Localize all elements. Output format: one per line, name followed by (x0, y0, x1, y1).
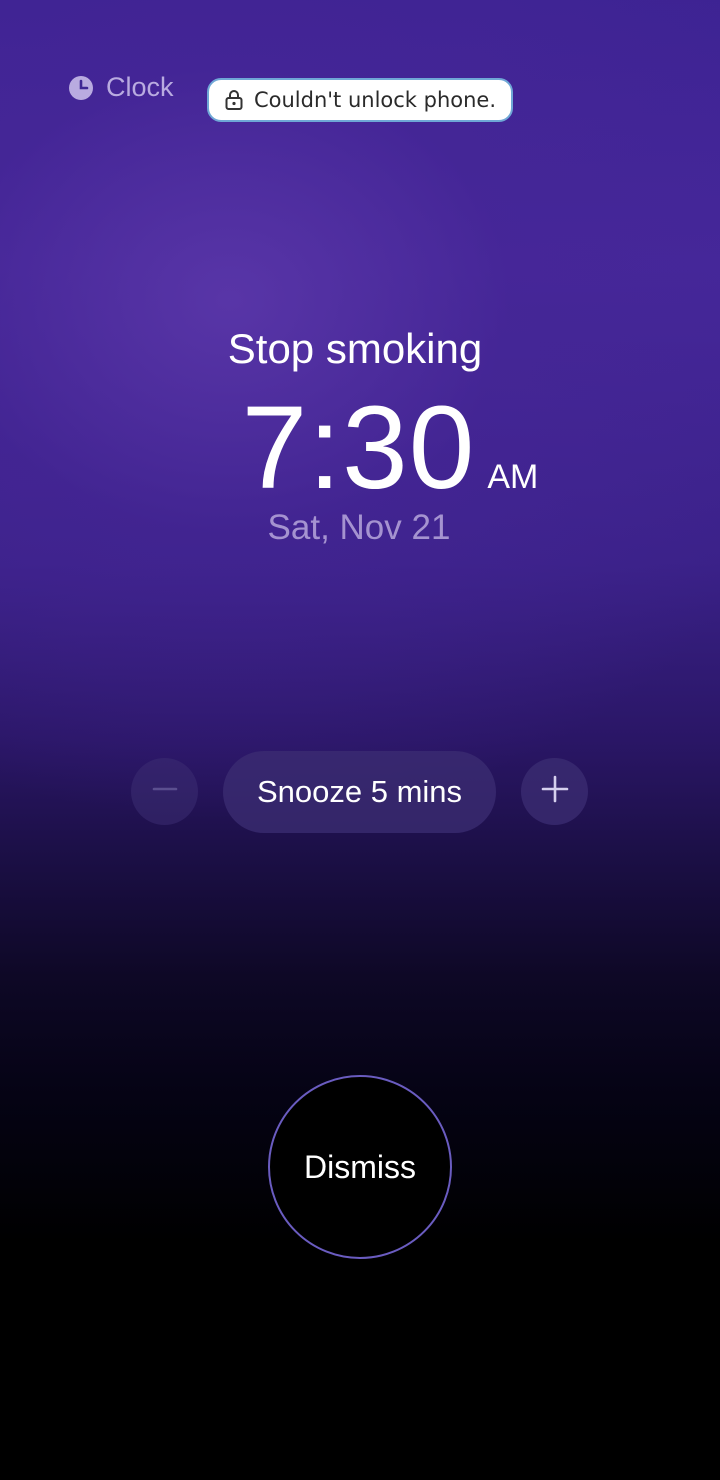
snooze-controls: Snooze 5 mins (0, 751, 720, 833)
toast-message: Couldn't unlock phone. (253, 88, 497, 112)
decrease-snooze-button[interactable] (131, 758, 198, 825)
minus-icon (152, 776, 178, 807)
alarm-label: Stop smoking (227, 325, 483, 372)
alarm-screen: Clock Couldn't unlock phone. Stop smokin… (0, 0, 720, 1480)
lock-icon (224, 89, 244, 111)
alarm-time-value: 7:30 (241, 382, 476, 514)
app-name: Clock (106, 72, 174, 102)
alarm-date: Sat, Nov 21 (267, 508, 451, 547)
dismiss-button[interactable]: Dismiss (268, 1075, 452, 1259)
alarm-time: 7:30 AM (0, 380, 720, 516)
plus-icon (541, 775, 569, 808)
unlock-toast: Couldn't unlock phone. (207, 78, 513, 122)
app-label: Clock (68, 72, 174, 103)
increase-snooze-button[interactable] (521, 758, 588, 825)
alarm-period: AM (487, 458, 539, 496)
snooze-button[interactable]: Snooze 5 mins (223, 751, 496, 833)
clock-icon (68, 75, 94, 101)
